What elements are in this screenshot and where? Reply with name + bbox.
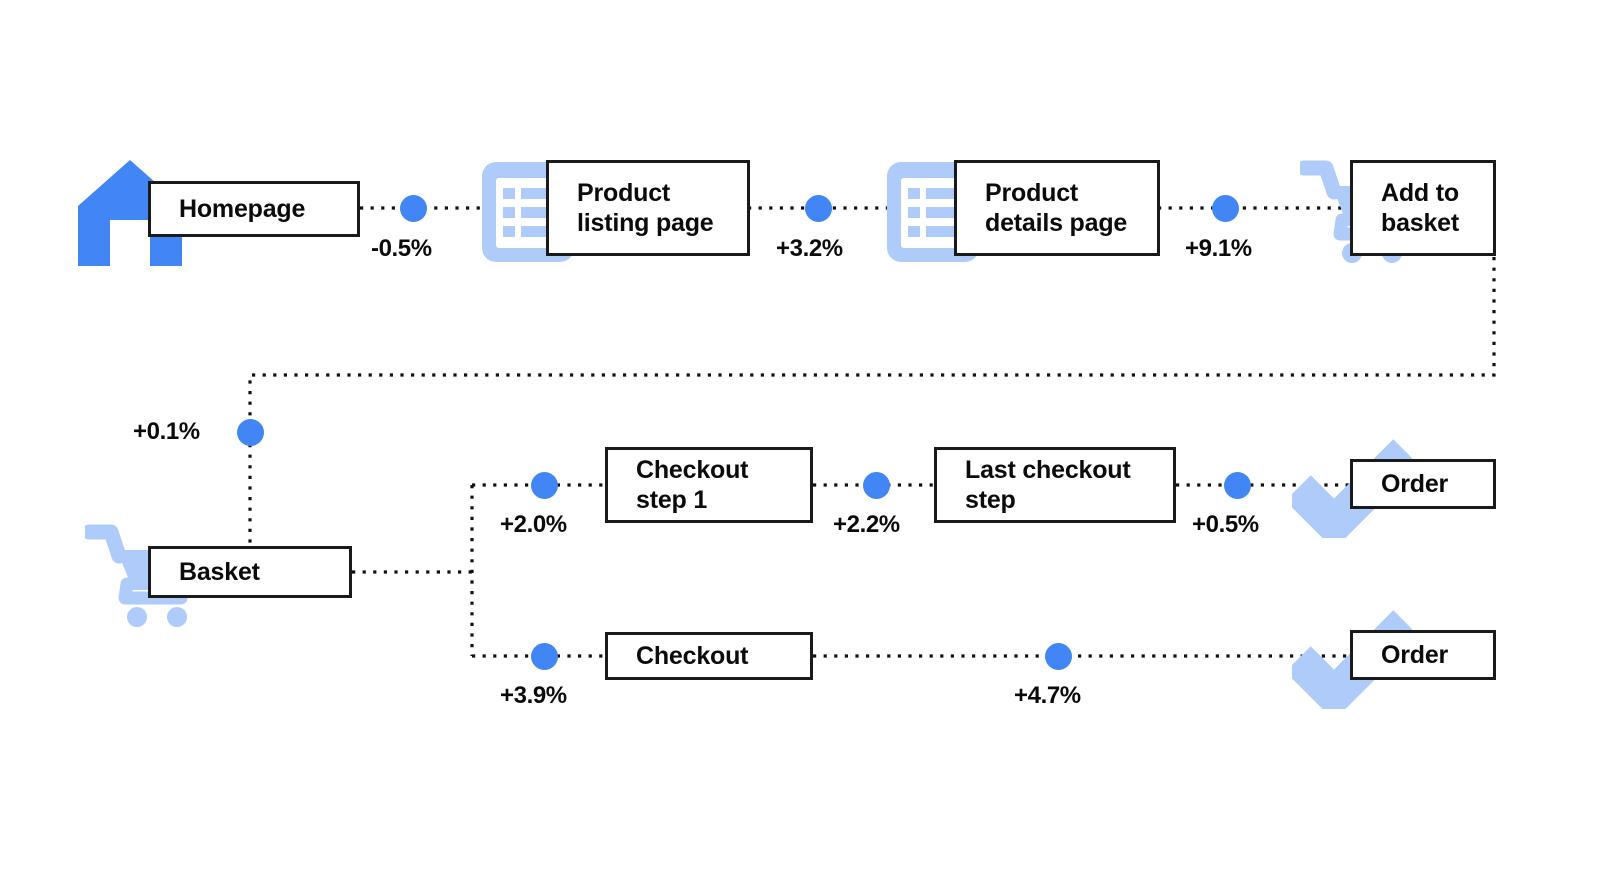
node-label: Checkout [636, 641, 749, 670]
edge-dot[interactable] [400, 195, 427, 222]
edge-label-basket-to-checkout-step-1: +2.0% [500, 511, 567, 538]
node-homepage[interactable]: Homepage [148, 181, 360, 237]
node-checkout-step-1[interactable]: Checkout step 1 [605, 447, 813, 523]
edge-dot[interactable] [531, 643, 558, 670]
node-label: Last checkout step [965, 455, 1131, 515]
edge-label-homepage-to-product-listing: -0.5% [371, 235, 432, 262]
edge-label-product-listing-to-product-details: +3.2% [776, 235, 843, 262]
edge-label-checkout-step-1-to-last-checkout-step: +2.2% [833, 511, 900, 538]
node-label: Order [1381, 640, 1449, 669]
node-order-top[interactable]: Order [1350, 459, 1496, 509]
node-label: Basket [179, 557, 260, 586]
edge-dot[interactable] [805, 195, 832, 222]
node-basket[interactable]: Basket [148, 546, 352, 598]
node-last-checkout-step[interactable]: Last checkout step [934, 447, 1176, 523]
node-product-listing-page[interactable]: Product listing page [546, 160, 750, 256]
edge-dot[interactable] [1045, 643, 1072, 670]
node-label: Product details page [985, 178, 1128, 238]
edge-dot[interactable] [237, 419, 264, 446]
funnel-diagram: Homepage Product listing page Product de… [0, 0, 1601, 874]
edge-dot[interactable] [1212, 195, 1239, 222]
node-label: Order [1381, 469, 1449, 498]
node-label: Homepage [179, 194, 306, 223]
node-product-details-page[interactable]: Product details page [954, 160, 1160, 256]
edge-label-product-details-to-add-to-basket: +9.1% [1185, 235, 1252, 262]
node-label: Checkout step 1 [636, 455, 749, 515]
edge-dot[interactable] [1224, 472, 1251, 499]
edge-label-last-checkout-step-to-order-top: +0.5% [1192, 511, 1259, 538]
node-add-to-basket[interactable]: Add to basket [1350, 160, 1496, 256]
node-label: Add to basket [1381, 178, 1460, 238]
node-label: Product listing page [577, 178, 714, 238]
edge-dot[interactable] [863, 472, 890, 499]
edge-dot[interactable] [531, 472, 558, 499]
edge-label-basket-to-checkout: +3.9% [500, 682, 567, 709]
edge-label-checkout-to-order-bottom: +4.7% [1014, 682, 1081, 709]
edge-label-add-to-basket-to-basket: +0.1% [133, 418, 200, 445]
node-checkout[interactable]: Checkout [605, 632, 813, 680]
node-order-bottom[interactable]: Order [1350, 630, 1496, 680]
